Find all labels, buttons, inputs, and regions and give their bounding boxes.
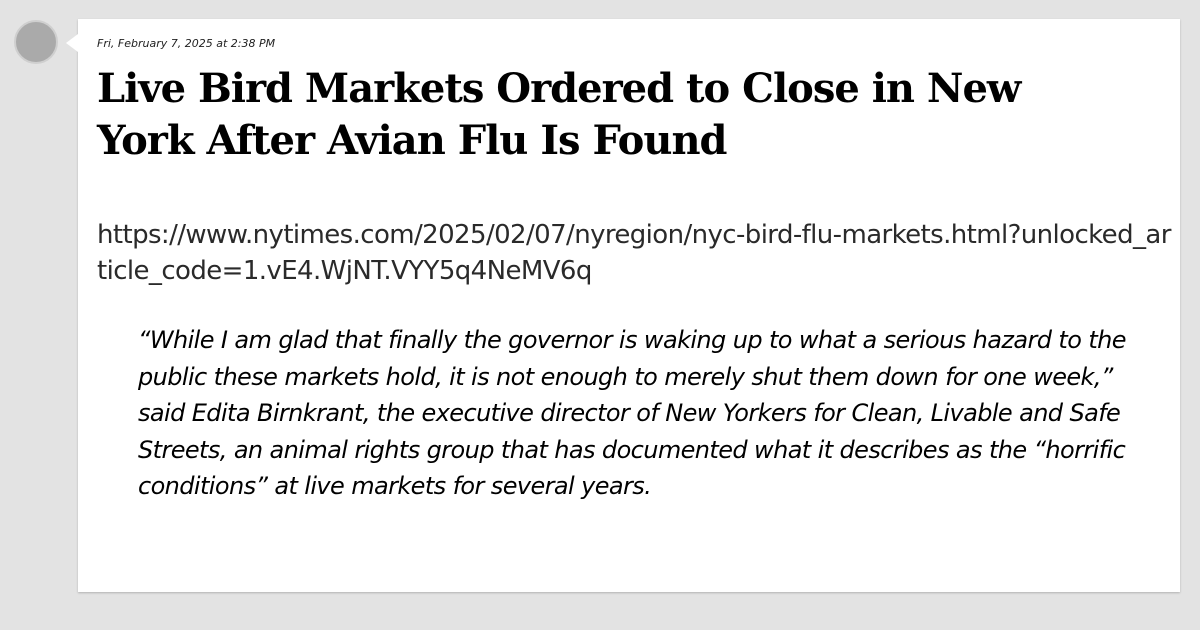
article-quote: “While I am glad that finally the govern…	[138, 326, 1127, 500]
avatar[interactable]	[14, 20, 58, 64]
post-title: Live Bird Markets Ordered to Close in Ne…	[97, 65, 1021, 164]
article-link[interactable]: https://www.nytimes.com/2025/02/07/nyreg…	[97, 217, 1172, 289]
post-card: Fri, February 7, 2025 at 2:38 PM Live Bi…	[66, 19, 1180, 592]
post-timestamp: Fri, February 7, 2025 at 2:38 PM	[97, 37, 276, 50]
